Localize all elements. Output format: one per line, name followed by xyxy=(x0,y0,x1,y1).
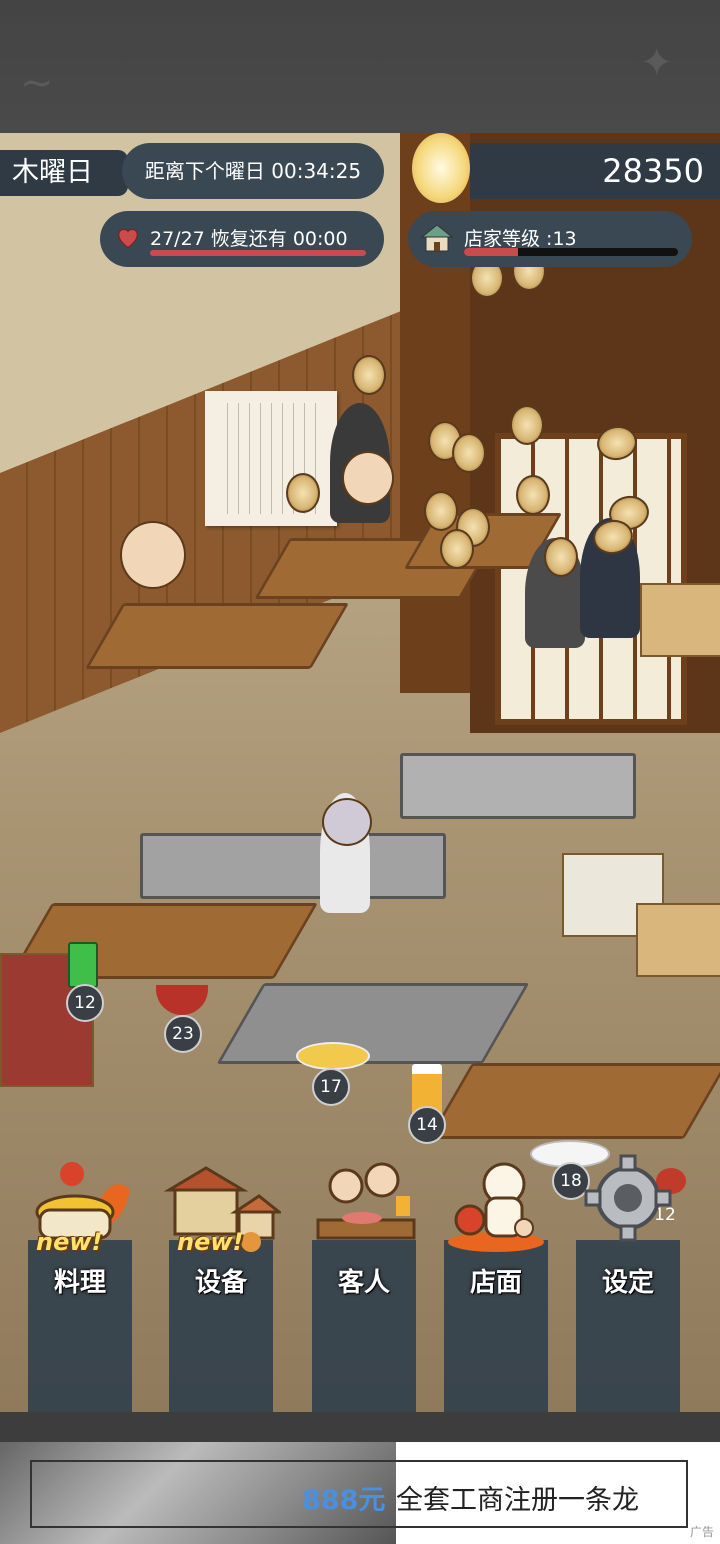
customer-face xyxy=(342,451,394,505)
level-progress-fill xyxy=(464,248,518,256)
item-count-badge: 17 xyxy=(312,1068,350,1106)
house-icon xyxy=(420,224,454,252)
new-badge: new! xyxy=(36,1228,103,1256)
ad-text: 全套工商注册一条龙 xyxy=(396,1485,639,1516)
heart-icon xyxy=(118,228,138,249)
shop-level-text: 店家等级 :13 xyxy=(464,228,577,250)
stamina-text: 27/27 恢复还有 00:00 xyxy=(150,228,348,250)
coin[interactable] xyxy=(510,405,544,445)
counter-table xyxy=(428,1063,720,1139)
paper-lantern xyxy=(412,133,470,203)
menu-settings-button[interactable]: 设定 xyxy=(564,1150,692,1412)
coin[interactable] xyxy=(516,475,550,515)
coin[interactable] xyxy=(352,355,386,395)
next-day-timer: 距离下个曜日 00:34:25 xyxy=(122,143,384,199)
coin[interactable] xyxy=(286,473,320,513)
vegetable-box xyxy=(636,903,720,977)
sparkle-decoration: ✦ xyxy=(640,40,674,86)
menu-shop-button[interactable]: 店面 xyxy=(432,1150,560,1412)
coin[interactable] xyxy=(452,433,486,473)
coin[interactable] xyxy=(440,529,474,569)
level-progress-bar xyxy=(464,248,678,256)
customer-face[interactable] xyxy=(120,521,186,589)
item-count-badge: 12 xyxy=(66,984,104,1022)
stove xyxy=(400,753,636,819)
menu-cooking-button[interactable]: new! 料理 xyxy=(16,1150,144,1412)
coin[interactable] xyxy=(544,537,578,577)
menu-equipment-button[interactable]: new! 设备 xyxy=(157,1150,285,1412)
kitchen-counter xyxy=(140,833,446,899)
menu-cooking-label: 料理 xyxy=(53,1268,106,1298)
lucky-cat-icon xyxy=(448,1162,544,1252)
menu-customers-label: 客人 xyxy=(337,1268,390,1298)
customers-icon xyxy=(316,1162,416,1240)
menu-shop-label: 店面 xyxy=(469,1268,522,1298)
item-count-badge: 23 xyxy=(164,1015,202,1053)
menu-settings-label: 设定 xyxy=(601,1268,654,1298)
cardboard-box xyxy=(640,583,720,657)
stamina-panel: 27/27 恢复还有 00:00 xyxy=(100,211,384,267)
ad-label[interactable]: 广告 xyxy=(690,1523,714,1540)
grandma-head xyxy=(322,798,372,846)
dining-table xyxy=(84,603,350,669)
fried-rice-item[interactable] xyxy=(296,1042,370,1070)
top-bar: ~ ✦ xyxy=(0,0,720,135)
menu-customers-button[interactable]: 客人 xyxy=(300,1150,428,1412)
item-count-badge: 14 xyxy=(408,1106,446,1144)
bottom-strip xyxy=(0,1412,720,1442)
money-counter: 28350 xyxy=(470,143,720,199)
menu-equipment-label: 设备 xyxy=(194,1268,247,1298)
ad-banner[interactable]: 888元 全套工商注册一条龙 广告 xyxy=(0,1442,720,1544)
melon-soda-item[interactable] xyxy=(68,942,98,988)
cloud-decoration: ~ xyxy=(20,60,54,106)
shop-level-panel: 店家等级 :13 xyxy=(408,211,692,267)
weekday-label: 木曜日 xyxy=(0,150,128,196)
stamina-bar xyxy=(150,250,366,256)
serving-counter xyxy=(216,983,530,1064)
coin[interactable] xyxy=(424,491,458,531)
ad-price: 888元 xyxy=(302,1485,386,1516)
new-badge: new! xyxy=(177,1228,244,1256)
gear-icon xyxy=(584,1154,672,1242)
menu-poster xyxy=(205,391,337,526)
